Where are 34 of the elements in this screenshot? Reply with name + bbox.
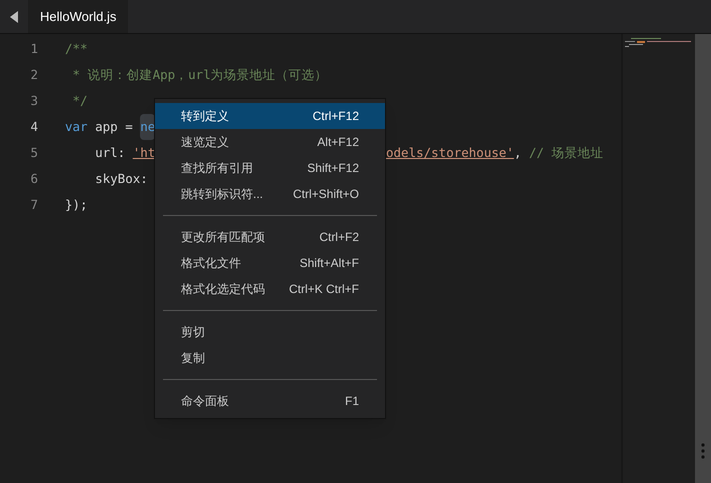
code-token: skyBox: bbox=[94, 170, 149, 188]
code-comment: /** bbox=[65, 40, 88, 58]
code-token: var bbox=[65, 118, 88, 136]
code-comment: // 场景地址 bbox=[529, 144, 604, 162]
file-tab[interactable]: HelloWorld.js bbox=[28, 0, 128, 33]
line-number: 2 bbox=[29, 66, 38, 84]
line-number: 1 bbox=[29, 40, 38, 58]
menu-item[interactable]: 跳转到标识符... Ctrl+Shift+O bbox=[155, 181, 385, 207]
menu-item[interactable]: 转到定义 Ctrl+F12 bbox=[155, 103, 385, 129]
code-token: 'ht bbox=[132, 144, 156, 162]
left-arrow-icon bbox=[10, 10, 18, 22]
code-token: ne bbox=[140, 114, 156, 140]
menu-item[interactable]: 剪切 bbox=[155, 319, 385, 345]
menu-item[interactable]: 更改所有匹配项 Ctrl+F2 bbox=[155, 224, 385, 250]
menu-item[interactable]: 复制 bbox=[155, 345, 385, 371]
menu-item[interactable]: 查找所有引用 Shift+F12 bbox=[155, 155, 385, 181]
line-number: 3 bbox=[29, 92, 38, 110]
line-number: 6 bbox=[29, 170, 38, 188]
code-token: }); bbox=[65, 196, 88, 214]
menu-item[interactable]: 格式化文件 Shift+Alt+F bbox=[155, 250, 385, 276]
line-number: 4 bbox=[29, 118, 38, 136]
code-token: odels/storehouse' bbox=[386, 144, 514, 162]
code-token: url: bbox=[94, 144, 126, 162]
line-number: 5 bbox=[29, 144, 38, 162]
code-comment: * 说明：创建App，url为场景地址（可选） bbox=[72, 66, 328, 84]
menu-item[interactable]: 速览定义 Alt+F12 bbox=[155, 129, 385, 155]
code-token: , bbox=[514, 144, 522, 162]
code-comment: */ bbox=[72, 92, 88, 110]
menu-item[interactable]: 格式化选定代码 Ctrl+K Ctrl+F bbox=[155, 276, 385, 302]
code-token: app = bbox=[94, 118, 134, 136]
line-number: 7 bbox=[29, 196, 38, 214]
minimap-drawing bbox=[625, 38, 691, 48]
grip-icon bbox=[701, 443, 705, 459]
menu-item[interactable]: 命令面板 F1 bbox=[155, 388, 385, 414]
